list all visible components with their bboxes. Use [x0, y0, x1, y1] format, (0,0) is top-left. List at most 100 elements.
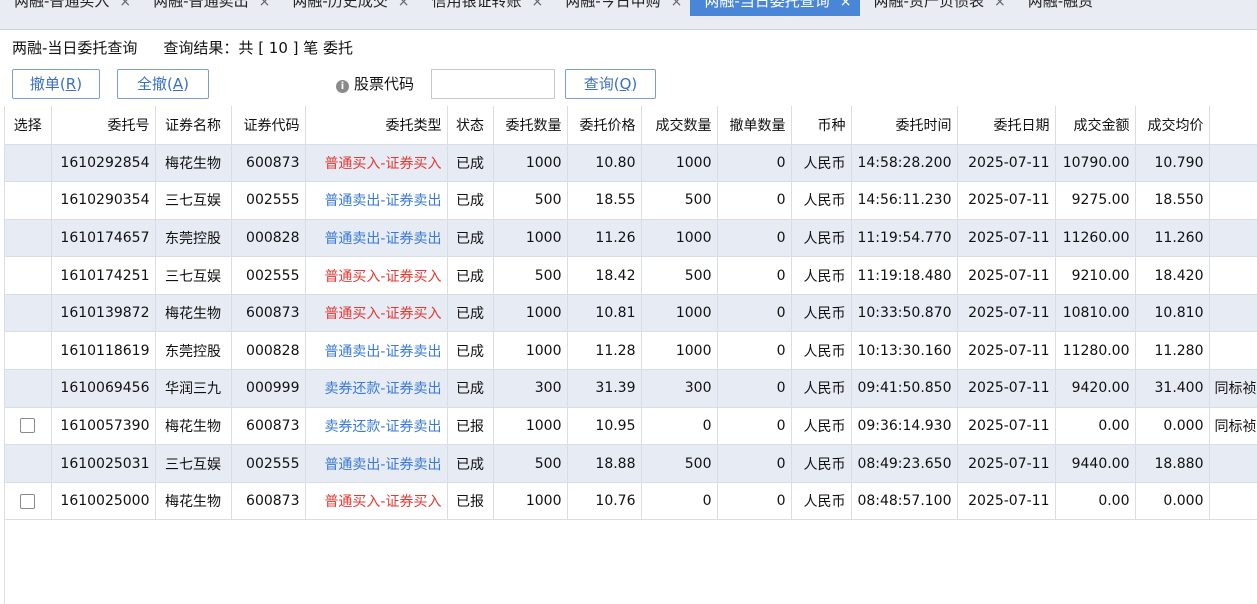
tab-close-icon[interactable]: ×: [398, 0, 410, 9]
filled-amount-cell: 0.00: [1055, 482, 1136, 521]
order-time-cell: 10:13:30.160: [851, 331, 958, 371]
order-date-cell: 2025-07-11: [957, 444, 1056, 483]
status-cell: 已报: [447, 407, 494, 446]
filled-qty-cell: 0: [641, 482, 718, 521]
order-type-cell: 普通卖出-证券卖出: [305, 331, 448, 371]
order-time-cell: 09:36:14.930: [851, 407, 958, 446]
status-cell: 已成: [447, 144, 494, 183]
table-row[interactable]: 1610025000 梅花生物 600873 普通买入-证券买入 已报 1000 10.76…: [5, 482, 1257, 521]
tab-close-icon[interactable]: ×: [671, 0, 683, 9]
order-id-cell: 1610025031: [51, 444, 156, 483]
table-row[interactable]: 1610025031 三七互娱 002555 普通卖出-证券卖出 已成 500 18.88 5…: [5, 444, 1257, 483]
table-row[interactable]: 1610139872 梅花生物 600873 普通买入-证券买入 已成 1000 10.81…: [5, 294, 1257, 333]
order-qty-cell: 1000: [493, 407, 568, 446]
row-checkbox[interactable]: [20, 493, 36, 509]
filled-amount-cell: 11260.00: [1055, 219, 1136, 258]
column-header[interactable]: [1209, 106, 1257, 145]
tab-1[interactable]: 两融-普通卖出 ×: [139, 0, 278, 24]
order-id-cell: 1610025000: [51, 482, 156, 521]
column-header[interactable]: 状态: [447, 106, 494, 145]
security-code-cell: 600873: [231, 482, 306, 521]
tab-label: 信用银证转账: [431, 0, 522, 10]
tab-3[interactable]: 信用银证转账 ×: [417, 0, 551, 24]
order-type-cell: 普通买入-证券买入: [305, 144, 448, 183]
cancel-all-button[interactable]: 全撤(A): [117, 69, 209, 99]
column-header[interactable]: 币种: [791, 106, 852, 145]
order-id-cell: 1610069456: [51, 369, 156, 408]
table-row[interactable]: 1610174657 东莞控股 000828 普通卖出-证券卖出 已成 1000 11.26…: [5, 219, 1257, 258]
column-header[interactable]: 撤单数量: [717, 106, 792, 145]
cancelled-qty-cell: 0: [717, 444, 792, 483]
table-row[interactable]: 1610292854 梅花生物 600873 普通买入-证券买入 已成 1000 10.80…: [5, 144, 1257, 183]
stock-code-input[interactable]: [431, 69, 555, 99]
currency-cell: 人民币: [791, 144, 852, 183]
cancel-all-paren: ): [183, 75, 189, 93]
column-header[interactable]: 成交数量: [641, 106, 718, 145]
status-cell: 已报: [447, 482, 494, 521]
order-date-cell: 2025-07-11: [957, 407, 1056, 446]
column-header[interactable]: 委托价格: [567, 106, 642, 145]
query-result-text: 查询结果：共 [ 10 ] 笔 委托: [163, 39, 354, 57]
select-cell: [5, 444, 52, 483]
cancelled-qty-cell: 0: [717, 482, 792, 521]
filled-amount-cell: 9420.00: [1055, 369, 1136, 408]
column-header[interactable]: 委托数量: [493, 106, 568, 145]
filled-amount-cell: 10790.00: [1055, 144, 1136, 183]
tab-close-icon[interactable]: ×: [531, 0, 543, 9]
table-row[interactable]: 1610118619 东莞控股 000828 普通卖出-证券卖出 已成 1000 11.28…: [5, 331, 1257, 371]
select-cell: [5, 219, 52, 258]
order-time-cell: 10:33:50.870: [851, 294, 958, 333]
tab-2[interactable]: 两融-历史成交 ×: [278, 0, 417, 24]
note-cell: [1209, 256, 1257, 295]
column-header[interactable]: 证券代码: [231, 106, 306, 145]
filled-qty-cell: 1000: [641, 294, 718, 333]
tab-7[interactable]: 两融-融资: [1014, 0, 1101, 24]
tab-close-icon[interactable]: ×: [994, 0, 1006, 9]
tab-4[interactable]: 两融-今日申购 ×: [551, 0, 690, 24]
tab-close-icon[interactable]: ×: [259, 0, 271, 9]
column-header[interactable]: 委托号: [51, 106, 156, 145]
column-header[interactable]: 选择: [5, 106, 52, 145]
currency-cell: 人民币: [791, 482, 852, 521]
security-code-cell: 600873: [231, 144, 306, 183]
orders-table-container[interactable]: 选择 委托号 证券名称 证券代码 委托类型 状态 委托数量 委托价格 成交数量 撤单数量 币种 委托时…: [4, 106, 1257, 604]
order-price-cell: 10.95: [567, 407, 642, 446]
order-type-cell: 普通买入-证券买入: [305, 256, 448, 295]
select-cell[interactable]: [5, 407, 52, 446]
table-row[interactable]: 1610057390 梅花生物 600873 卖券还款-证券卖出 已报 1000 10.95…: [5, 407, 1257, 446]
security-name-cell: 梅花生物: [155, 294, 232, 333]
filled-qty-cell: 500: [641, 181, 718, 220]
status-cell: 已成: [447, 219, 494, 258]
cancel-order-button[interactable]: 撤单(R): [12, 69, 100, 99]
note-cell: [1209, 181, 1257, 220]
tab-close-icon[interactable]: ×: [840, 0, 852, 9]
column-header[interactable]: 成交金额: [1055, 106, 1136, 145]
currency-cell: 人民币: [791, 181, 852, 220]
column-header[interactable]: 委托时间: [851, 106, 958, 145]
select-cell[interactable]: [5, 482, 52, 521]
order-time-cell: 08:49:23.650: [851, 444, 958, 483]
table-row[interactable]: 1610290354 三七互娱 002555 普通卖出-证券卖出 已成 500 18.55 5…: [5, 181, 1257, 220]
tab-0[interactable]: 两融-普通买入 ×: [0, 0, 139, 24]
table-row[interactable]: 1610174251 三七互娱 002555 普通买入-证券买入 已成 500 18.42 5…: [5, 256, 1257, 295]
tab-5[interactable]: 两融-当日委托查询 ×: [690, 0, 860, 16]
column-header[interactable]: 委托类型: [305, 106, 448, 145]
tab-label: 两融-历史成交: [292, 0, 388, 10]
column-header[interactable]: 证券名称: [155, 106, 232, 145]
cancelled-qty-cell: 0: [717, 331, 792, 371]
cancel-all-label: 全撤(: [137, 75, 173, 93]
avg-price-cell: 10.810: [1135, 294, 1210, 333]
tab-6[interactable]: 两融-资产负债表 ×: [860, 0, 1014, 24]
tab-close-icon[interactable]: ×: [119, 0, 131, 9]
query-button[interactable]: 查询(Q): [565, 69, 656, 99]
column-header[interactable]: 成交均价: [1135, 106, 1210, 145]
order-qty-cell: 1000: [493, 482, 568, 521]
currency-cell: 人民币: [791, 219, 852, 258]
security-name-cell: 东莞控股: [155, 331, 232, 371]
table-row[interactable]: 1610069456 华润三九 000999 卖券还款-证券卖出 已成 300 31.39 3…: [5, 369, 1257, 408]
row-checkbox[interactable]: [20, 418, 36, 434]
avg-price-cell: 11.260: [1135, 219, 1210, 258]
column-header[interactable]: 委托日期: [957, 106, 1056, 145]
note-cell: [1209, 144, 1257, 183]
security-name-cell: 梅花生物: [155, 144, 232, 183]
